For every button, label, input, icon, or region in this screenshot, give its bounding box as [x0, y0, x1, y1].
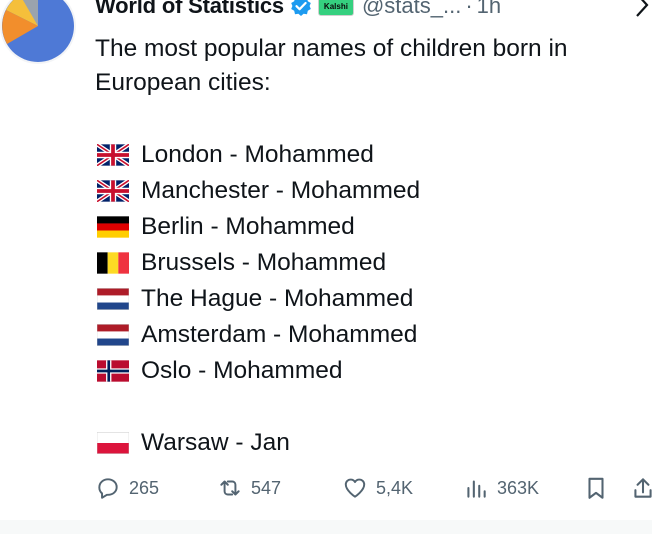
divider — [0, 520, 652, 534]
city-text: Manchester - Mohammed — [141, 177, 421, 204]
netherlands-flag-icon — [97, 288, 129, 310]
share-icon — [634, 478, 652, 498]
pie-chart-avatar-icon — [2, 0, 74, 62]
verified-badge-icon — [291, 0, 311, 16]
poland-flag-icon — [97, 432, 129, 454]
analytics-icon — [467, 480, 486, 498]
separator-dot: · — [465, 0, 473, 18]
timestamp[interactable]: 1h — [477, 0, 501, 19]
list-item: Oslo - Mohammed — [97, 353, 420, 389]
uk-flag-icon — [97, 144, 129, 166]
belgium-flag-icon — [97, 252, 129, 274]
like-button[interactable]: 5,4K — [342, 470, 413, 506]
reply-count: 265 — [129, 477, 160, 498]
heart-icon — [344, 478, 366, 498]
city-text: Warsaw - Jan — [141, 429, 290, 456]
affiliate-badge[interactable]: Kalshi — [317, 0, 354, 16]
list-item: Manchester - Mohammed — [97, 173, 420, 209]
city-text: Brussels - Mohammed — [141, 249, 387, 276]
city-text: The Hague - Mohammed — [141, 285, 414, 312]
netherlands-flag-icon — [97, 324, 129, 346]
tweet-actions: 265 547 5,4K 363K — [95, 470, 652, 506]
repost-count: 547 — [251, 477, 282, 498]
city-list: London - Mohammed Manchester - Mohammed … — [97, 137, 420, 461]
list-item: Amsterdam - Mohammed — [97, 317, 420, 353]
city-text: London - Mohammed — [141, 141, 374, 168]
city-text: Oslo - Mohammed — [141, 357, 343, 384]
tweet-header: World of Statistics Kalshi @stats_... · … — [95, 0, 501, 21]
author-handle[interactable]: @stats_... — [362, 0, 461, 19]
repost-icon — [220, 480, 240, 496]
norway-flag-icon — [97, 360, 129, 382]
uk-flag-icon — [97, 180, 129, 202]
list-item: London - Mohammed — [97, 137, 420, 173]
list-item: Berlin - Mohammed — [97, 209, 420, 245]
author-avatar[interactable] — [0, 0, 76, 64]
tweet-intro-text: The most popular names of children born … — [95, 35, 568, 96]
list-item: Brussels - Mohammed — [97, 245, 420, 281]
list-item: The Hague - Mohammed — [97, 281, 420, 317]
view-count: 363K — [497, 477, 540, 498]
author-name[interactable]: World of Statistics — [95, 0, 284, 19]
views-button[interactable]: 363K — [463, 470, 539, 506]
reply-button[interactable]: 265 — [95, 470, 159, 506]
city-text: Amsterdam - Mohammed — [141, 321, 418, 348]
bookmark-button[interactable] — [583, 470, 617, 506]
city-text: Berlin - Mohammed — [141, 213, 355, 240]
list-item: Warsaw - Jan — [97, 425, 420, 461]
share-button[interactable] — [630, 470, 652, 506]
bookmark-icon — [588, 477, 604, 499]
repost-button[interactable]: 547 — [217, 470, 281, 506]
germany-flag-icon — [97, 216, 129, 238]
reply-icon — [98, 478, 118, 499]
like-count: 5,4K — [376, 477, 414, 498]
chevron-right-icon[interactable] — [634, 0, 650, 25]
